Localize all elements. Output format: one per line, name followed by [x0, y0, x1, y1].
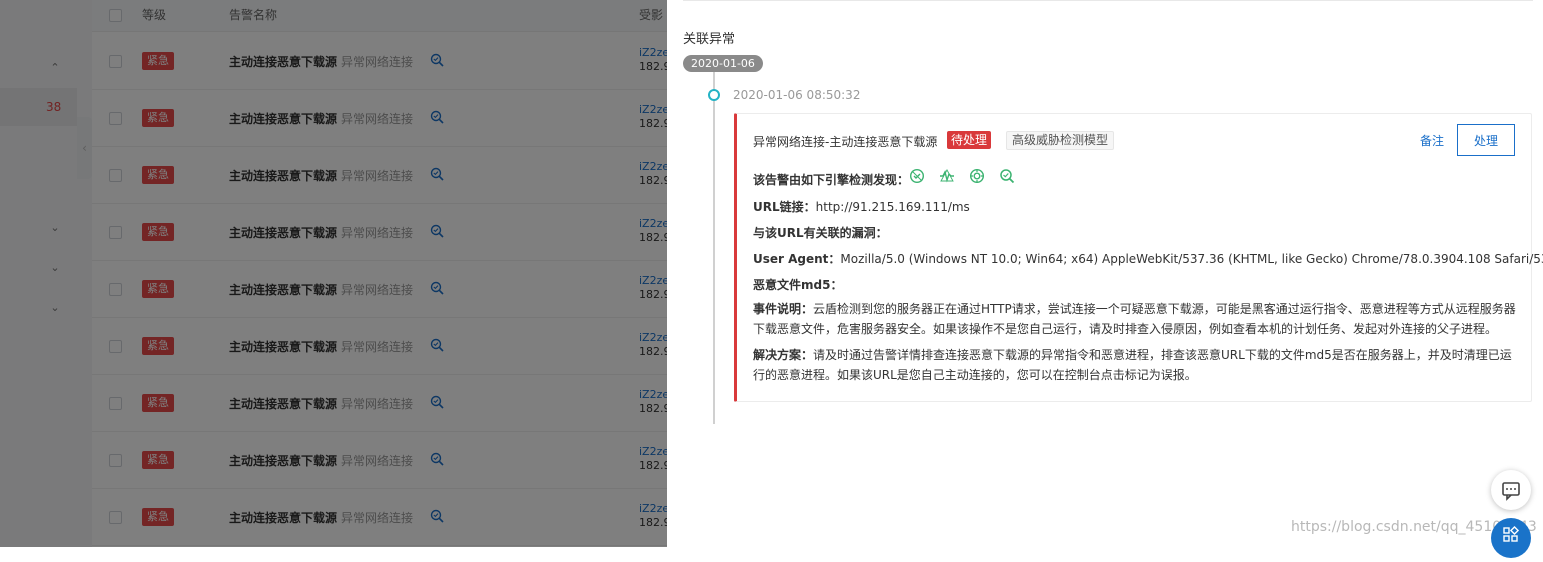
- status-badge: 待处理: [947, 131, 992, 149]
- model-tag: 高级威胁检测模型: [1006, 131, 1115, 150]
- user-agent-field: User Agent：Mozilla/5.0 (Windows NT 10.0;…: [753, 250, 1543, 267]
- detect-engines-field: 该告警由如下引擎检测发现：: [753, 171, 909, 188]
- detect-label: 该告警由如下引擎检测发现：: [753, 173, 910, 187]
- vuln-label: 与该URL有关联的漏洞：: [753, 226, 888, 240]
- magnifier-icon[interactable]: [999, 168, 1015, 184]
- solution-label: 解决方案：: [753, 348, 814, 362]
- alarm-detail-drawer: 关联异常 2020-01-06 2020-01-06 08:50:32 异常网络…: [667, 0, 1543, 558]
- ua-label: User Agent：: [753, 252, 841, 266]
- description-field: 事件说明：云盾检测到您的服务器正在通过HTTP请求，尝试连接一个可疑恶意下载源，…: [753, 299, 1523, 339]
- note-link[interactable]: 备注: [1420, 132, 1444, 149]
- engine-icons: [909, 168, 1015, 184]
- desc-label: 事件说明：: [753, 302, 814, 316]
- md5-label: 恶意文件md5：: [753, 278, 843, 292]
- alarm-list-background: 38 ⌃ ⌄ ⌄ ⌄ ‹ 等级 告警名称 受影 紧急主动连接恶意下载源异常网络连…: [0, 0, 667, 547]
- pulse-icon[interactable]: [939, 168, 955, 184]
- divider: [683, 0, 1533, 1]
- alarm-title: 异常网络连接-主动连接恶意下载源: [753, 135, 938, 149]
- target-icon[interactable]: [969, 168, 985, 184]
- event-timestamp: 2020-01-06 08:50:32: [733, 88, 861, 102]
- url-value[interactable]: http://91.215.169.111/ms: [816, 200, 970, 214]
- app-grid-icon: [1503, 525, 1520, 542]
- url-field: URL链接：http://91.215.169.111/ms: [753, 198, 970, 215]
- solution-field: 解决方案：请及时通过告警详情排查连接恶意下载源的异常指令和恶意进程，排查该恶意U…: [753, 345, 1523, 385]
- alarm-card: 异常网络连接-主动连接恶意下载源 待处理 高级威胁检测模型 备注 处理 该告警由…: [734, 113, 1543, 402]
- shield-scan-icon[interactable]: [909, 168, 925, 184]
- section-title: 关联异常: [683, 32, 736, 47]
- url-label: URL链接：: [753, 200, 816, 214]
- solution-value: 请及时通过告警详情排查连接恶意下载源的异常指令和恶意进程，排查该恶意URL下载的…: [753, 348, 1512, 382]
- vuln-field: 与该URL有关联的漏洞：: [753, 224, 888, 241]
- desc-value: 云盾检测到您的服务器正在通过HTTP请求，尝试连接一个可疑恶意下载源，可能是黑客…: [753, 302, 1516, 336]
- timeline-dot: [708, 89, 720, 101]
- chat-icon: [1502, 482, 1520, 501]
- app-button[interactable]: [1491, 518, 1531, 558]
- md5-field: 恶意文件md5：: [753, 276, 842, 293]
- chat-button[interactable]: [1491, 470, 1531, 510]
- modal-mask[interactable]: [0, 0, 667, 547]
- ua-value: Mozilla/5.0 (Windows NT 10.0; Win64; x64…: [840, 252, 1543, 266]
- timeline-line: [713, 72, 715, 424]
- date-pill: 2020-01-06: [683, 55, 763, 72]
- handle-button[interactable]: 处理: [1457, 124, 1515, 156]
